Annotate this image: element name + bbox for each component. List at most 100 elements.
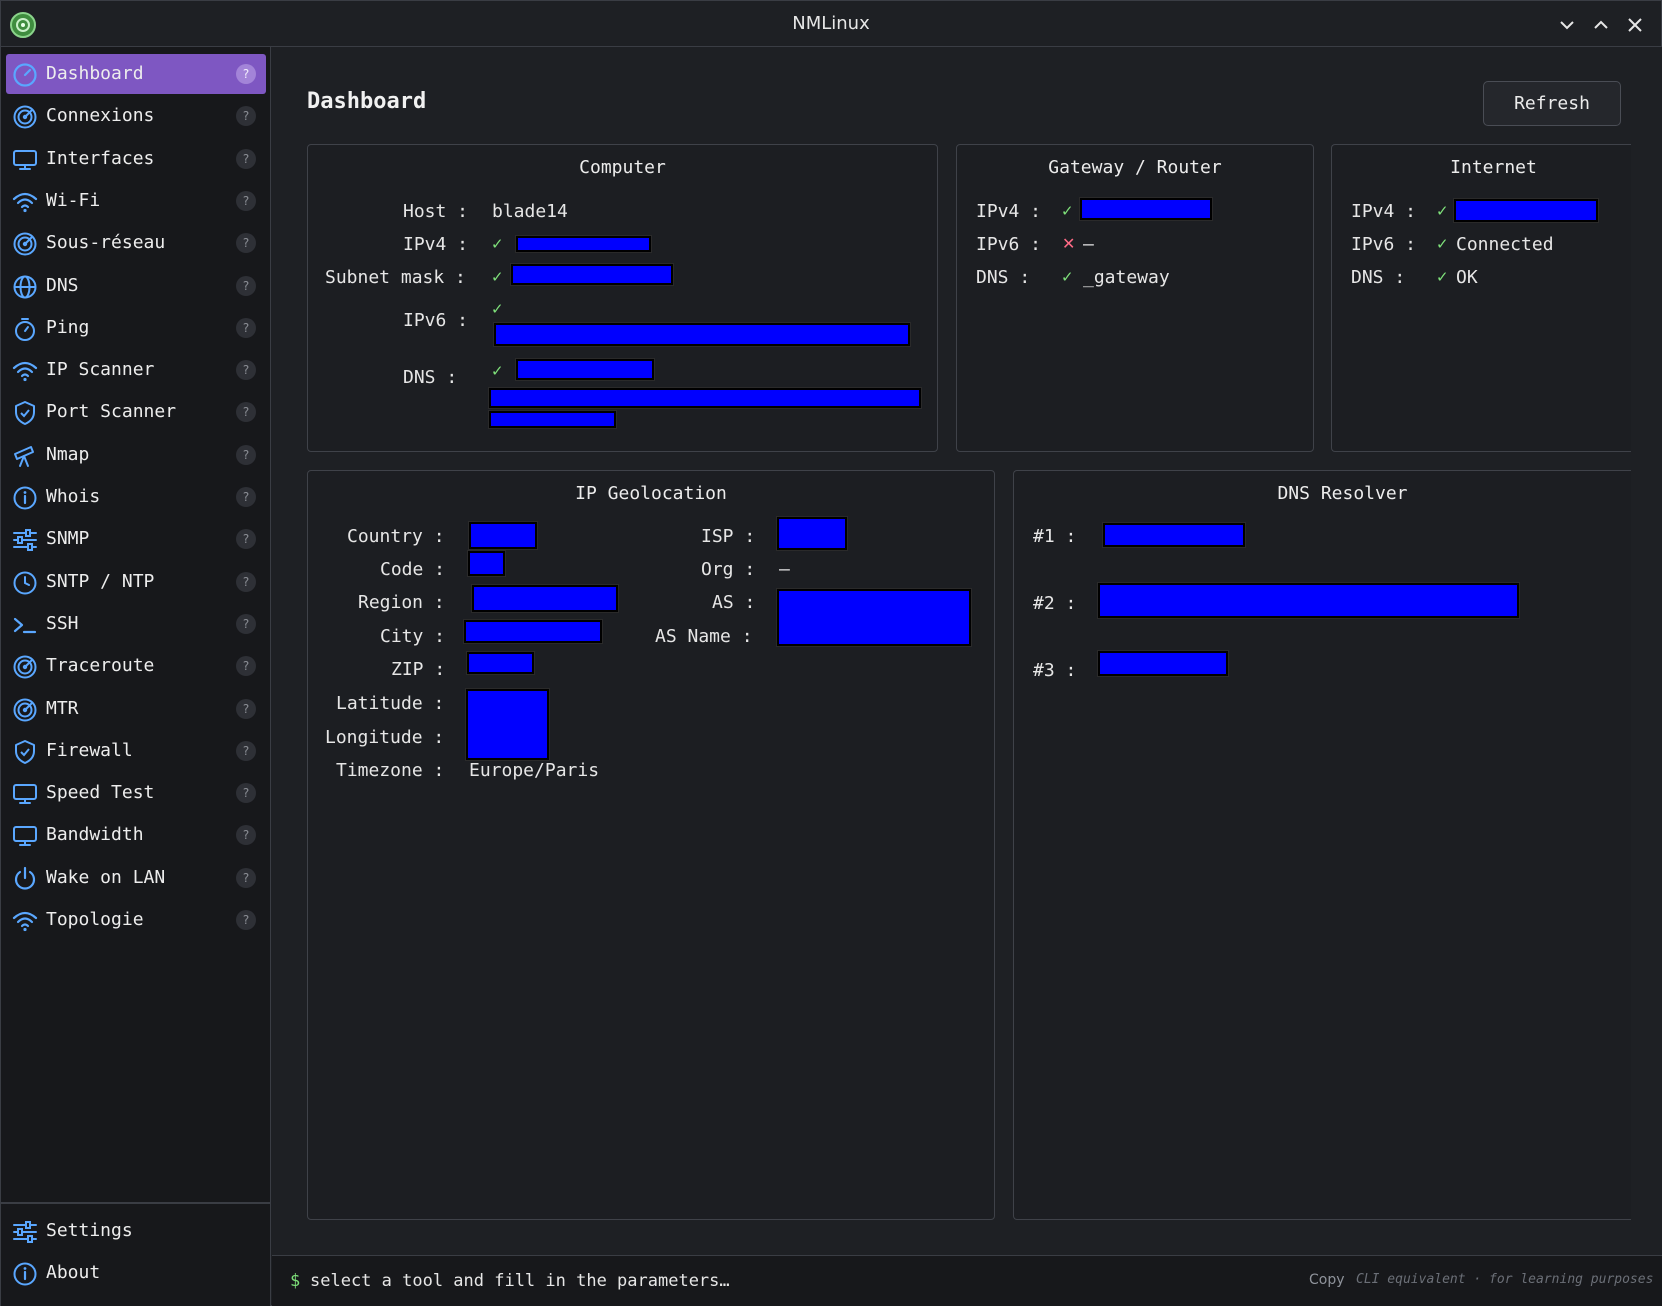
help-badge[interactable]: ? — [236, 487, 256, 507]
help-badge[interactable]: ? — [236, 910, 256, 930]
help-badge[interactable]: ? — [236, 190, 256, 211]
zip-label: ZIP : — [391, 659, 446, 680]
help-badge[interactable]: ? — [236, 740, 256, 761]
sidebar-item-speed-test[interactable]: Speed Test? — [6, 773, 266, 813]
internet-ipv6-label: IPv6 : — [1351, 234, 1417, 255]
redacted-resolver-2 — [1098, 583, 1519, 618]
help-badge[interactable]: ? — [236, 867, 256, 888]
redacted-dns-3 — [489, 411, 616, 428]
page-title: Dashboard — [307, 89, 427, 114]
monitor-icon — [12, 823, 38, 849]
help-badge[interactable]: ? — [236, 317, 256, 338]
isp-label: ISP : — [701, 526, 756, 547]
resolver-2-label: #2 : — [1033, 593, 1077, 614]
ok-check-icon: ✓ — [1436, 268, 1449, 286]
redacted-ipv4 — [516, 236, 651, 252]
as-name-label: AS Name : — [655, 626, 753, 647]
sidebar-item-connexions[interactable]: Connexions? — [6, 96, 266, 136]
radar-icon — [12, 231, 38, 257]
minimize-button[interactable] — [1553, 11, 1581, 39]
help-badge[interactable]: ? — [236, 783, 256, 804]
city-label: City : — [380, 626, 446, 647]
gateway-dns-label: DNS : — [976, 267, 1031, 288]
sidebar-divider — [1, 1202, 270, 1204]
help-badge[interactable]: ? — [236, 825, 256, 846]
sidebar-item-bandwidth[interactable]: Bandwidth? — [6, 815, 266, 855]
internet-dns-value: OK — [1456, 267, 1478, 288]
help-badge[interactable]: ? — [236, 64, 256, 84]
help-badge[interactable]: ? — [236, 233, 256, 254]
sidebar-item-settings[interactable]: Settings — [6, 1211, 266, 1251]
sidebar-item-label: Firewall — [46, 739, 133, 761]
fail-cross-icon: ✕ — [1062, 234, 1076, 253]
sidebar-item-label: Interfaces — [46, 147, 155, 169]
sidebar-item-nmap[interactable]: Nmap? — [6, 435, 266, 475]
sidebar-item-traceroute[interactable]: Traceroute? — [6, 646, 266, 686]
wifi-icon — [12, 358, 38, 384]
close-button[interactable] — [1621, 11, 1649, 39]
monitor-icon — [12, 781, 38, 807]
gateway-ipv6-value: — — [1083, 234, 1094, 255]
sidebar-item-label: Ping — [46, 316, 90, 338]
sidebar-item-ping[interactable]: Ping? — [6, 308, 266, 348]
ipv6-label: IPv6 : — [403, 310, 469, 331]
redacted-isp — [777, 517, 847, 550]
sidebar-item-sntp-ntp[interactable]: SNTP / NTP? — [6, 562, 266, 602]
sidebar-item-dns[interactable]: DNS? — [6, 266, 266, 306]
ipv4-label: IPv4 : — [403, 234, 469, 255]
refresh-button[interactable]: Refresh — [1483, 81, 1621, 126]
help-badge[interactable]: ? — [236, 529, 256, 550]
help-badge[interactable]: ? — [236, 656, 256, 677]
help-badge[interactable]: ? — [236, 698, 256, 719]
sidebar-item-label: Whois — [46, 486, 101, 507]
card-title: Gateway / Router — [1048, 157, 1222, 178]
close-icon — [1628, 18, 1642, 32]
ok-check-icon: ✓ — [1436, 235, 1449, 253]
maximize-button[interactable] — [1587, 11, 1615, 39]
sidebar-item-wi-fi[interactable]: Wi-Fi? — [6, 181, 266, 221]
redacted-gateway-ipv4 — [1080, 198, 1212, 220]
latitude-label: Latitude : — [336, 693, 445, 714]
help-badge[interactable]: ? — [236, 148, 256, 169]
help-badge[interactable]: ? — [236, 444, 256, 465]
sidebar-item-label: Sous-réseau — [46, 232, 166, 254]
geolocation-card: IP Geolocation Country : Code : Region :… — [307, 470, 995, 1220]
help-badge[interactable]: ? — [236, 571, 256, 592]
terminal-icon — [12, 612, 38, 638]
ok-check-icon: ✓ — [1436, 202, 1449, 220]
internet-card: Internet IPv4 : ✓ IPv6 : ✓ Connected DNS… — [1331, 144, 1631, 452]
copy-button[interactable]: Copy — [1309, 1272, 1345, 1288]
gateway-card: Gateway / Router IPv4 : ✓ IPv6 : ✕ — DNS… — [956, 144, 1314, 452]
wifi-icon — [12, 908, 38, 934]
help-badge[interactable]: ? — [236, 360, 256, 381]
help-badge[interactable]: ? — [236, 402, 256, 423]
sidebar-item-port-scanner[interactable]: Port Scanner? — [6, 392, 266, 432]
sidebar-item-about[interactable]: About — [6, 1253, 266, 1293]
gauge-icon — [12, 62, 38, 88]
sidebar-item-ip-scanner[interactable]: IP Scanner? — [6, 350, 266, 390]
ok-check-icon: ✓ — [491, 235, 504, 253]
org-label: Org : — [701, 559, 756, 580]
code-label: Code : — [380, 559, 446, 580]
radar-icon — [12, 697, 38, 723]
sidebar-item-ssh[interactable]: SSH? — [6, 604, 266, 644]
sidebar-item-mtr[interactable]: MTR? — [6, 689, 266, 729]
radar-icon — [12, 104, 38, 130]
sidebar-item-interfaces[interactable]: Interfaces? — [6, 139, 266, 179]
sidebar-item-firewall[interactable]: Firewall? — [6, 731, 266, 771]
sidebar-item-whois[interactable]: Whois? — [6, 477, 266, 517]
redacted-resolver-1 — [1103, 523, 1245, 547]
sidebar-item-label: Topologie — [46, 909, 144, 930]
monitor-icon — [12, 147, 38, 173]
sidebar-item-wake-on-lan[interactable]: Wake on LAN? — [6, 858, 266, 898]
help-badge[interactable]: ? — [236, 106, 256, 127]
sidebar-item-sous-reseau[interactable]: Sous-réseau? — [6, 223, 266, 263]
cli-hint: CLI equivalent · for learning purposes — [1356, 1272, 1654, 1287]
help-badge[interactable]: ? — [236, 613, 256, 634]
help-badge[interactable]: ? — [236, 275, 256, 296]
sidebar-item-snmp[interactable]: SNMP? — [6, 519, 266, 559]
sidebar-item-topologie[interactable]: Topologie? — [6, 900, 266, 940]
clock-icon — [12, 570, 38, 596]
sidebar-item-dashboard[interactable]: Dashboard? — [6, 54, 266, 94]
wifi-icon — [12, 189, 38, 215]
